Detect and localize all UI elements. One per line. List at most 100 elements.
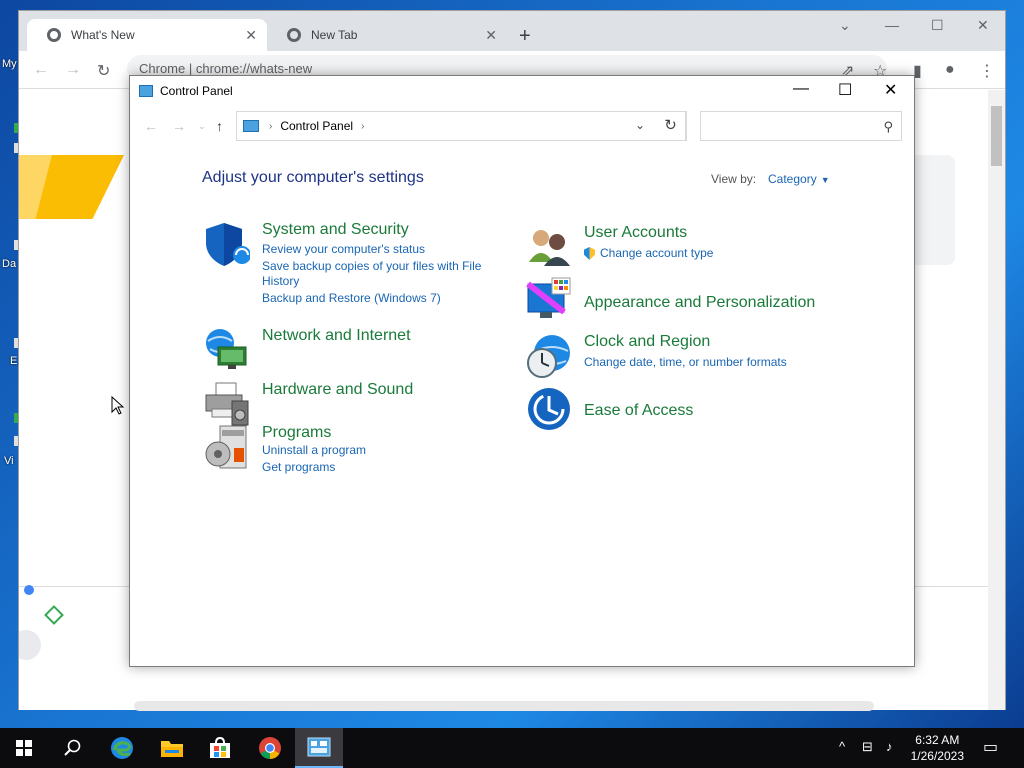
clock-icon (527, 335, 570, 378)
desktop-label-1[interactable]: My (2, 58, 17, 70)
chevron-right-icon[interactable]: › (269, 121, 272, 132)
decorative-circle (19, 630, 41, 660)
tab-search-icon[interactable]: ⌄ (839, 17, 851, 34)
link-change-date-formats[interactable]: Change date, time, or number formats (584, 355, 787, 370)
search-icon (64, 739, 81, 756)
back-icon[interactable]: ← (33, 61, 49, 79)
forward-icon[interactable]: → (65, 61, 81, 79)
minimize-button[interactable]: — (793, 80, 809, 98)
link-uninstall-program[interactable]: Uninstall a program (262, 443, 366, 458)
edge-icon (111, 737, 133, 759)
window-title: Control Panel (160, 84, 233, 98)
taskbar: ^ ⊟ ♪ 6:32 AM 1/26/2023 ▭ (0, 728, 1024, 768)
close-window-icon[interactable]: ✕ (977, 17, 989, 34)
category-title[interactable]: Clock and Region (584, 333, 710, 351)
horizontal-scroll-track[interactable] (134, 701, 874, 711)
desktop-label-2[interactable]: Da (2, 258, 16, 270)
start-button[interactable] (0, 728, 48, 768)
menu-icon[interactable]: ⋮ (979, 61, 995, 81)
store-icon (210, 737, 230, 758)
link-review-status[interactable]: Review your computer's status (262, 242, 425, 257)
control-panel-icon (243, 120, 259, 132)
shield-icon (206, 223, 250, 266)
desktop-label-4[interactable]: Vi (4, 455, 14, 467)
caret-down-icon: ▼ (820, 175, 830, 185)
category-title[interactable]: User Accounts (584, 224, 687, 242)
close-icon[interactable]: ✕ (485, 27, 497, 44)
address-bar[interactable]: › Control Panel › ⌄ (236, 111, 686, 141)
maximize-button[interactable]: ☐ (838, 80, 852, 100)
vertical-scrollbar[interactable] (988, 90, 1005, 710)
tab-title: What's New (71, 28, 135, 42)
maximize-icon[interactable]: ☐ (931, 17, 944, 34)
search-icon[interactable]: ⚲ (883, 119, 893, 135)
refresh-button[interactable]: ↻ (655, 111, 687, 141)
date-text: 1/26/2023 (910, 749, 964, 763)
uac-shield-icon (584, 247, 595, 260)
category-title[interactable]: Appearance and Personalization (584, 294, 815, 312)
cursor-icon (111, 396, 125, 415)
up-icon[interactable]: ↑ (216, 118, 223, 134)
chevron-right-icon[interactable]: › (361, 121, 364, 132)
decorative-diamond (44, 605, 64, 625)
link-backup-restore[interactable]: Backup and Restore (Windows 7) (262, 291, 441, 306)
navigation-bar: ← → ⌄ ↑ › Control Panel › ⌄ ↻ ⚲ (130, 106, 914, 146)
printer-icon (205, 382, 249, 426)
accessibility-icon (528, 388, 570, 430)
desktop-label-3[interactable]: E (10, 355, 17, 367)
category-title[interactable]: Network and Internet (262, 327, 411, 345)
close-button[interactable]: ✕ (884, 80, 897, 100)
chevron-down-icon[interactable]: ⌄ (635, 118, 645, 132)
scrollbar-thumb[interactable] (991, 106, 1002, 166)
reload-icon[interactable]: ↻ (97, 61, 110, 81)
view-by-dropdown[interactable]: Category ▼ (768, 172, 830, 186)
recent-locations-icon[interactable]: ⌄ (198, 121, 206, 132)
page-heading: Adjust your computer's settings (202, 169, 424, 186)
tab-strip: What's New ✕ New Tab ✕ + ⌄ — ☐ ✕ (19, 11, 1005, 51)
file-explorer-button[interactable] (148, 728, 196, 768)
chrome-icon (47, 28, 61, 42)
back-icon[interactable]: ← (144, 118, 158, 134)
profile-icon[interactable]: ● (945, 61, 955, 79)
close-icon[interactable]: ✕ (245, 27, 257, 44)
chrome-icon (287, 28, 301, 42)
forward-icon[interactable]: → (172, 118, 186, 134)
clock[interactable]: 6:32 AM 1/26/2023 (911, 732, 964, 764)
search-input[interactable]: ⚲ (700, 111, 902, 141)
link-file-history[interactable]: Save backup copies of your files with Fi… (262, 259, 481, 274)
new-tab-button[interactable]: + (519, 25, 531, 48)
category-title[interactable]: Hardware and Sound (262, 381, 413, 399)
users-icon (529, 230, 570, 266)
tab-title: New Tab (311, 28, 358, 42)
category-title[interactable]: Ease of Access (584, 402, 693, 420)
link-get-programs[interactable]: Get programs (262, 460, 335, 475)
link-change-account-type[interactable]: Change account type (600, 246, 713, 261)
category-title[interactable]: System and Security (262, 221, 409, 239)
control-panel-icon (307, 737, 331, 757)
control-panel-window: Control Panel — ☐ ✕ ← → ⌄ ↑ › Control Pa… (129, 75, 915, 667)
volume-icon[interactable]: ♪ (886, 739, 893, 754)
network-icon (206, 329, 247, 369)
link-file-history-cont[interactable]: History (262, 274, 299, 289)
notification-icon[interactable]: ▭ (983, 737, 998, 757)
folder-icon (161, 741, 183, 757)
windows-icon (16, 740, 32, 756)
category-title[interactable]: Programs (262, 424, 331, 442)
programs-icon (205, 425, 247, 469)
minimize-icon[interactable]: — (885, 17, 899, 33)
store-button[interactable] (196, 728, 244, 768)
breadcrumb[interactable]: Control Panel (280, 119, 353, 133)
chrome-icon (259, 737, 281, 759)
tab-new-tab[interactable]: New Tab ✕ (267, 19, 507, 51)
chevron-up-icon[interactable]: ^ (839, 739, 845, 754)
view-by-label: View by: (711, 172, 757, 186)
edge-button[interactable] (98, 728, 146, 768)
time-text: 6:32 AM (915, 733, 960, 747)
decorative-dot (24, 585, 34, 595)
control-panel-taskbar-button[interactable] (295, 728, 343, 768)
search-button[interactable] (48, 728, 96, 768)
tab-whats-new[interactable]: What's New ✕ (27, 19, 267, 51)
view-by-value: Category (768, 172, 817, 186)
network-icon[interactable]: ⊟ (862, 739, 873, 755)
chrome-button[interactable] (246, 728, 294, 768)
